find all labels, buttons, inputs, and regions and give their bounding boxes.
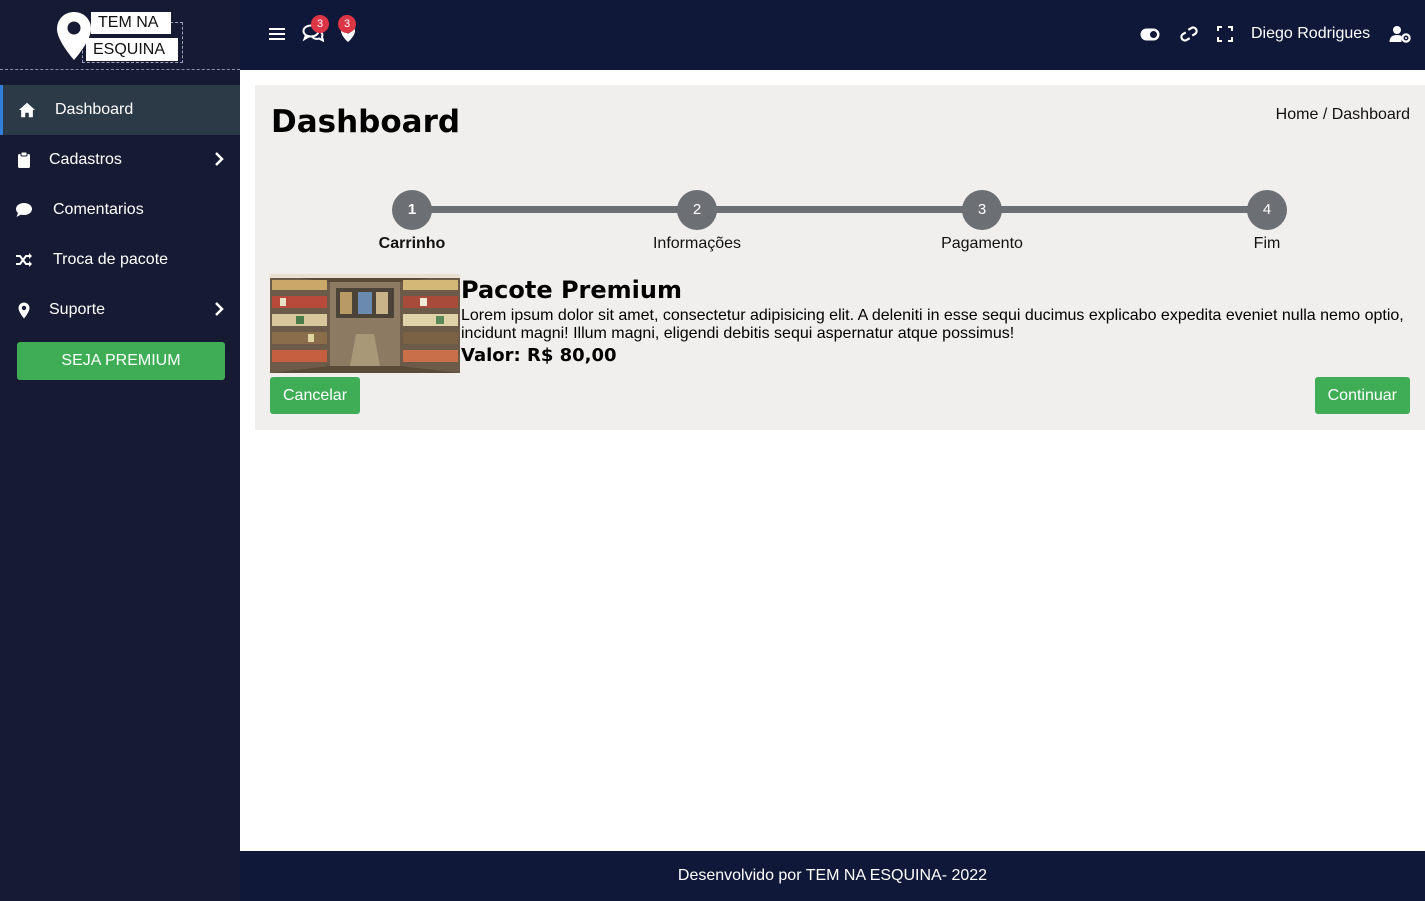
product-price: Valor: R$ 80,00 bbox=[461, 345, 617, 366]
step-4-label: Fim bbox=[1253, 235, 1281, 252]
shuffle-icon bbox=[15, 251, 33, 269]
step-2-label: Informações bbox=[652, 235, 742, 252]
clipboard-icon bbox=[15, 151, 33, 169]
step-1-circle: 1 bbox=[392, 190, 432, 230]
brand-logo[interactable]: TEM NA ESQUINA bbox=[0, 0, 240, 70]
sidebar-item-label: Comentarios bbox=[53, 201, 144, 218]
chevron-right-icon bbox=[214, 152, 224, 171]
breadcrumb: Home / Dashboard bbox=[1276, 106, 1410, 124]
sidebar-item-label: Cadastros bbox=[49, 151, 122, 168]
map-pin-icon bbox=[15, 301, 33, 319]
step-1-label: Carrinho bbox=[378, 235, 446, 252]
sidebar-item-troca-de-pacote[interactable]: Troca de pacote bbox=[0, 235, 240, 285]
sidebar: TEM NA ESQUINA Dashboard Cadastros Comen… bbox=[0, 0, 240, 901]
user-name[interactable]: Diego Rodrigues bbox=[1251, 25, 1370, 43]
chevron-right-icon bbox=[214, 302, 224, 321]
cancel-button[interactable]: Cancelar bbox=[270, 377, 361, 414]
sidebar-nav: Dashboard Cadastros Comentarios Troca de… bbox=[0, 85, 240, 335]
product-description: Lorem ipsum dolor sit amet, consectetur … bbox=[461, 307, 1404, 342]
sidebar-item-suporte[interactable]: Suporte bbox=[0, 285, 240, 335]
link-icon[interactable] bbox=[1178, 24, 1200, 44]
sidebar-item-cadastros[interactable]: Cadastros bbox=[0, 135, 240, 185]
comments-icon[interactable]: 3 bbox=[301, 15, 329, 44]
step-2-circle: 2 bbox=[677, 190, 717, 230]
comments-badge: 3 bbox=[311, 15, 329, 33]
sidebar-item-label: Troca de pacote bbox=[53, 251, 169, 268]
user-settings-icon[interactable] bbox=[1388, 24, 1412, 44]
comment-icon bbox=[15, 201, 33, 219]
footer: Desenvolvido por TEM NA ESQUINA- 2022 bbox=[240, 851, 1425, 901]
fullscreen-icon[interactable] bbox=[1216, 25, 1234, 43]
step-3-circle: 3 bbox=[962, 190, 1002, 230]
sidebar-item-label: Dashboard bbox=[55, 101, 134, 118]
hamburger-icon[interactable] bbox=[268, 26, 286, 42]
product-title: Pacote Premium bbox=[461, 276, 682, 304]
step-3-label: Pagamento bbox=[941, 235, 1023, 252]
seja-premium-button[interactable]: SEJA PREMIUM bbox=[17, 342, 225, 380]
product-image bbox=[270, 274, 460, 373]
step-4-circle: 4 bbox=[1247, 190, 1287, 230]
logo-text-line1: TEM NA bbox=[91, 12, 171, 34]
stepper-track bbox=[412, 206, 1267, 213]
topbar: 3 3 Diego Rodrigues bbox=[240, 0, 1425, 70]
sidebar-item-label: Suporte bbox=[49, 301, 106, 318]
sidebar-item-comentarios[interactable]: Comentarios bbox=[0, 185, 240, 235]
breadcrumb-home-link[interactable]: Home bbox=[1276, 106, 1319, 123]
breadcrumb-current: Dashboard bbox=[1331, 106, 1410, 123]
continue-button[interactable]: Continuar bbox=[1314, 377, 1410, 414]
home-icon bbox=[18, 101, 36, 119]
logo-text-line2: ESQUINA bbox=[86, 38, 178, 61]
sidebar-item-dashboard[interactable]: Dashboard bbox=[0, 85, 240, 135]
toggle-icon[interactable] bbox=[1140, 26, 1160, 42]
breadcrumb-separator: / bbox=[1322, 106, 1328, 123]
location-notification-icon[interactable]: 3 bbox=[338, 15, 358, 44]
checkout-card: Dashboard Home / Dashboard 1 2 3 4 Carri… bbox=[255, 85, 1425, 430]
notifications-badge: 3 bbox=[338, 15, 356, 33]
footer-text: Desenvolvido por TEM NA ESQUINA- 2022 bbox=[677, 867, 988, 884]
page-title: Dashboard bbox=[271, 104, 461, 140]
